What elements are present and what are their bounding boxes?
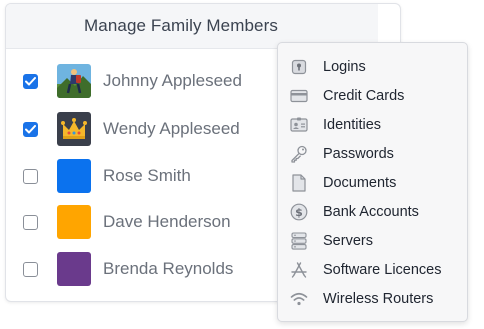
blue-avatar	[57, 159, 91, 193]
menu-label: Software Licences	[323, 261, 442, 278]
category-menu: Logins Credit Cards Identities Passwords…	[277, 42, 468, 322]
member-checkbox[interactable]	[23, 121, 38, 137]
member-name: Rose Smith	[103, 166, 191, 185]
identity-card-icon	[289, 115, 309, 135]
orange-avatar	[57, 205, 91, 239]
member-checkbox[interactable]	[23, 168, 38, 184]
menu-label: Logins	[323, 58, 366, 75]
menu-label: Bank Accounts	[323, 203, 419, 220]
menu-item-credit-cards[interactable]: Credit Cards	[278, 81, 467, 110]
crown-avatar	[57, 112, 91, 146]
menu-item-software-licences[interactable]: Software Licences	[278, 255, 467, 284]
menu-label: Wireless Routers	[323, 290, 434, 307]
wifi-icon	[289, 289, 309, 309]
menu-item-servers[interactable]: Servers	[278, 226, 467, 255]
member-checkbox[interactable]	[23, 73, 38, 89]
key-icon	[289, 144, 309, 164]
menu-label: Documents	[323, 174, 397, 191]
document-icon	[289, 173, 309, 193]
menu-label: Credit Cards	[323, 87, 405, 104]
member-name: Brenda Reynolds	[103, 259, 234, 278]
member-checkbox[interactable]	[23, 214, 38, 230]
menu-label: Identities	[323, 116, 382, 133]
menu-item-logins[interactable]: Logins	[278, 52, 467, 81]
checkmark-icon	[25, 124, 36, 133]
menu-label: Passwords	[323, 145, 394, 162]
credit-card-icon	[289, 86, 309, 106]
hiker-avatar	[57, 64, 91, 98]
menu-item-identities[interactable]: Identities	[278, 110, 467, 139]
server-icon	[289, 231, 309, 251]
menu-item-wireless-routers[interactable]: Wireless Routers	[278, 284, 467, 313]
member-checkbox[interactable]	[23, 261, 38, 277]
menu-item-documents[interactable]: Documents	[278, 168, 467, 197]
menu-item-bank-accounts[interactable]: $ Bank Accounts	[278, 197, 467, 226]
svg-text:$: $	[295, 206, 303, 219]
member-name: Johnny Appleseed	[103, 71, 242, 90]
app-store-icon	[289, 260, 309, 280]
member-name: Dave Henderson	[103, 212, 231, 231]
panel-title: Manage Family Members	[84, 16, 278, 35]
purple-avatar	[57, 252, 91, 286]
checkmark-icon	[25, 76, 36, 85]
menu-label: Servers	[323, 232, 373, 249]
member-name: Wendy Appleseed	[103, 119, 240, 138]
menu-item-passwords[interactable]: Passwords	[278, 139, 467, 168]
dollar-coin-icon: $	[289, 202, 309, 222]
login-key-icon	[289, 57, 309, 77]
